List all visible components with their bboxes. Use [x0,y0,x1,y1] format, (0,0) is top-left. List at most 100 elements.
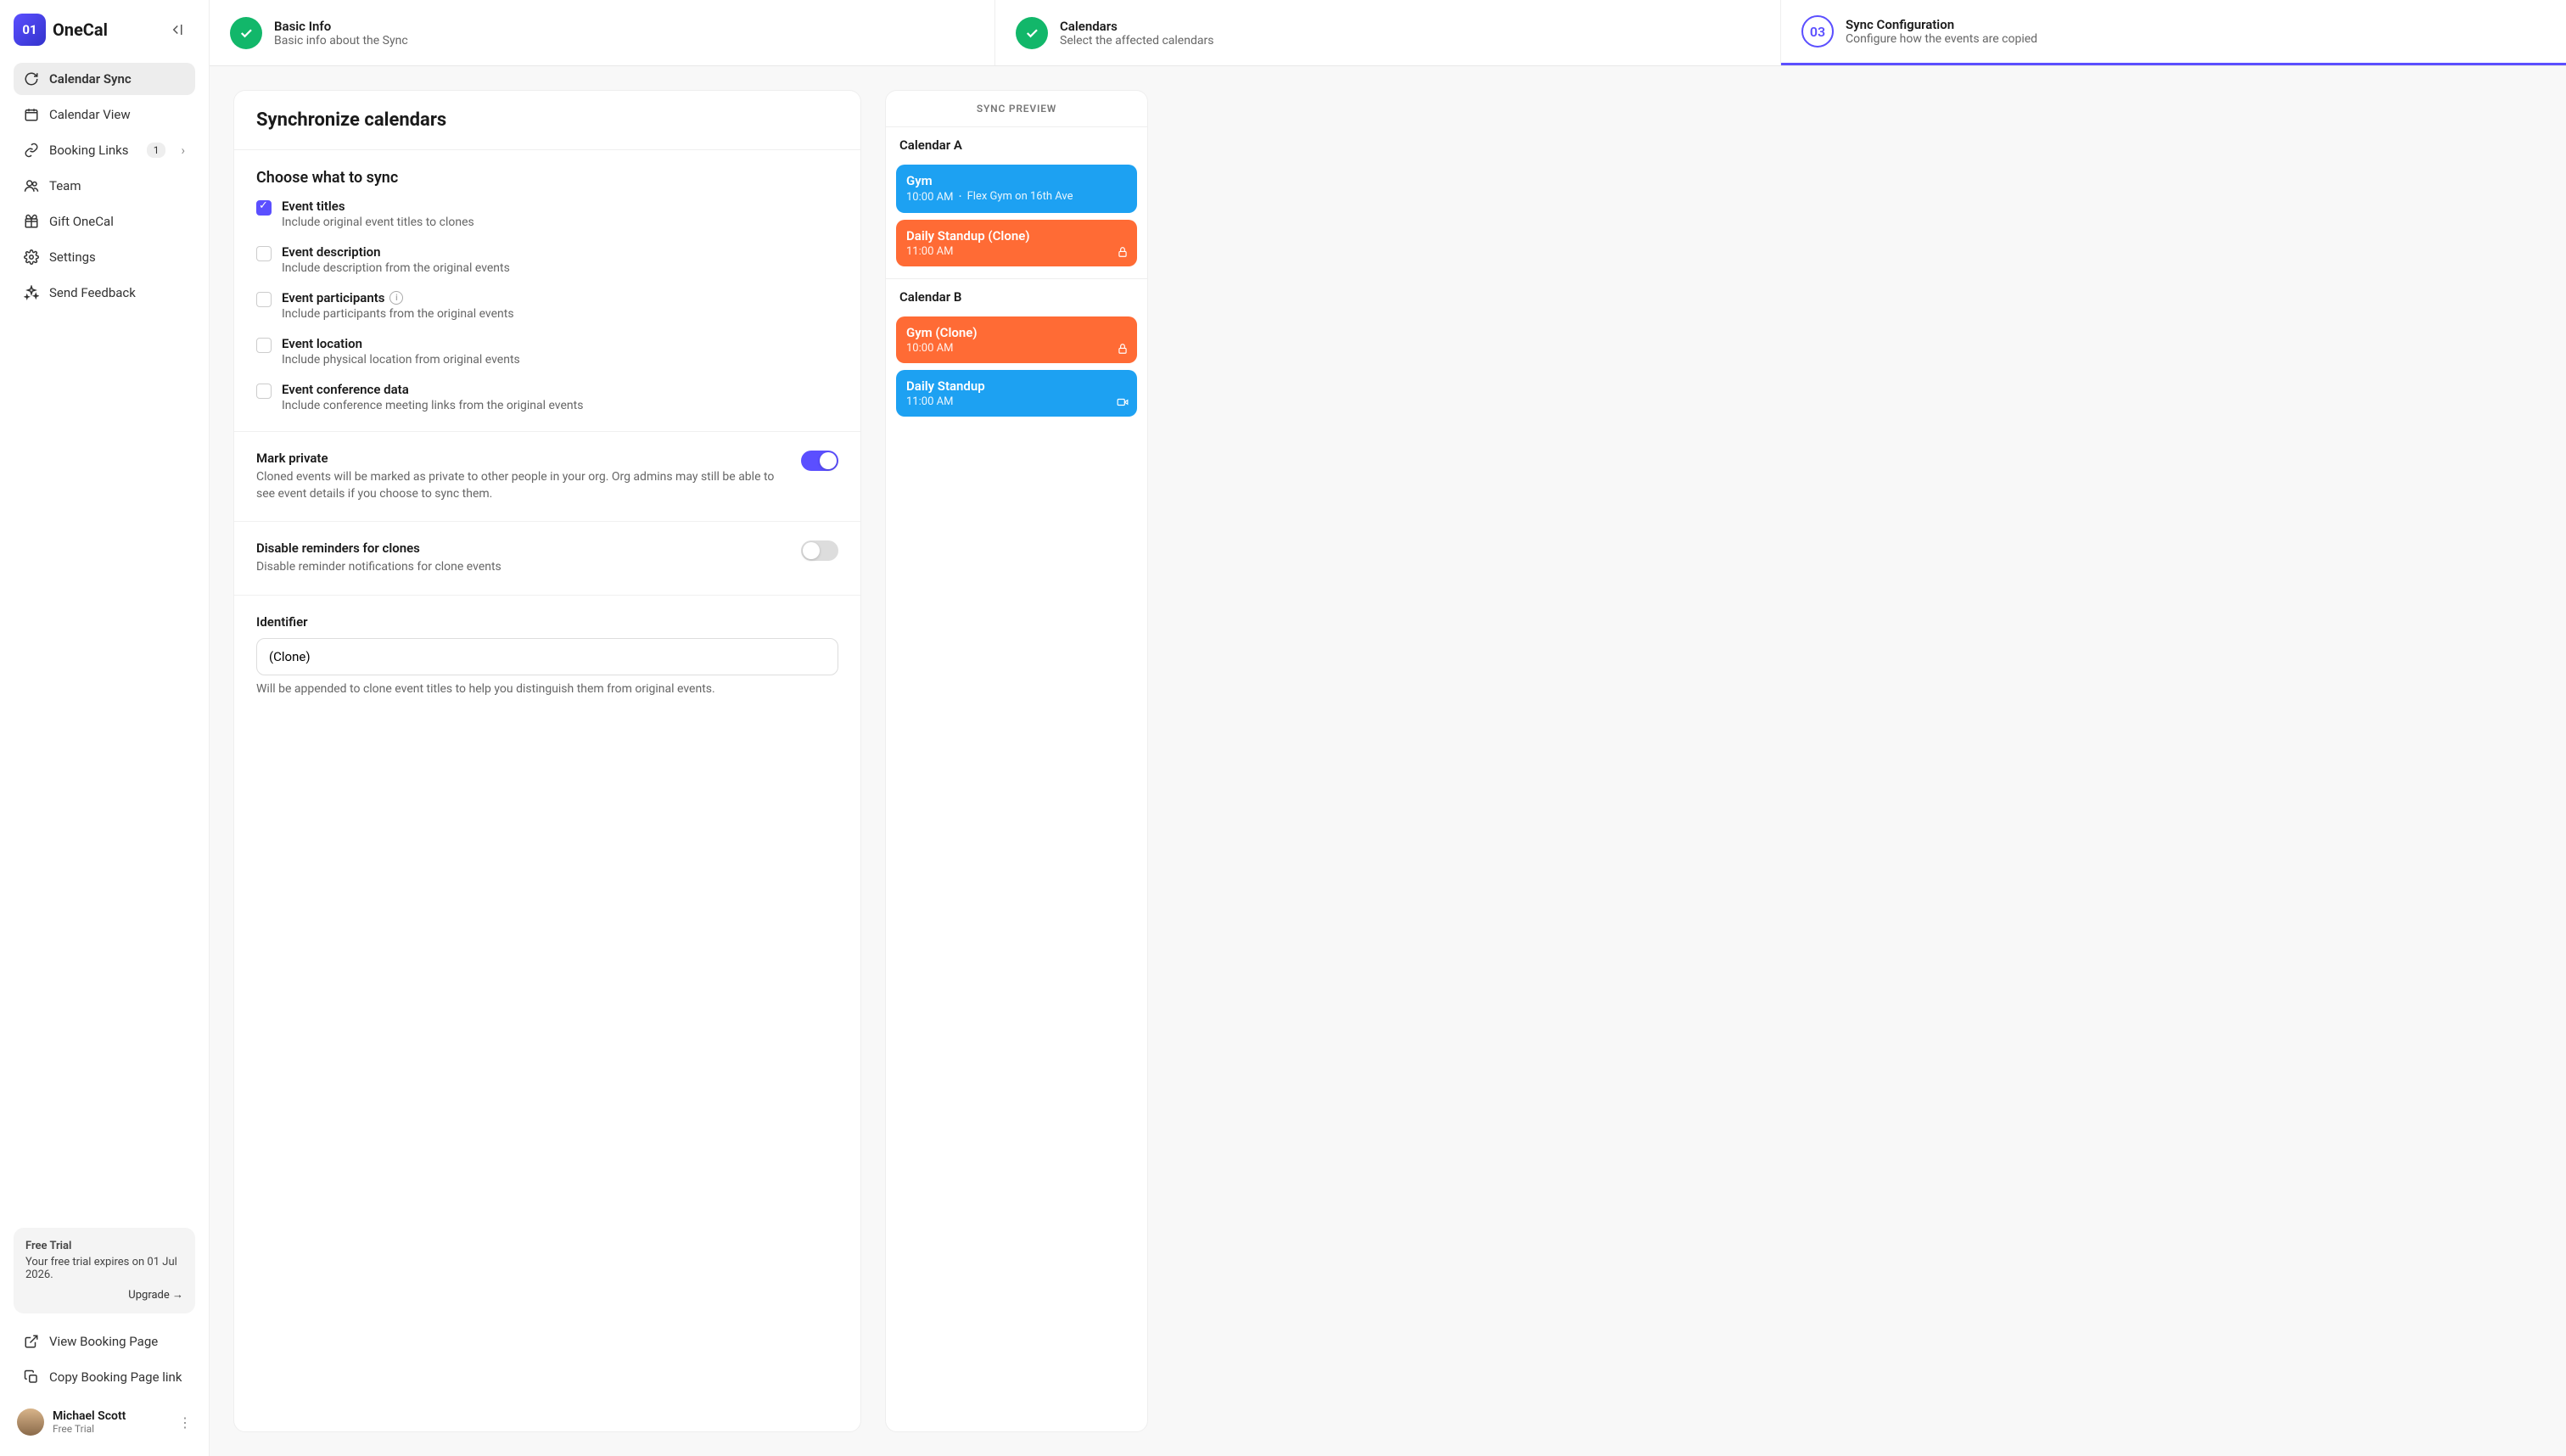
step-title: Calendars [1060,19,1213,34]
sidebar-collapse-button[interactable] [168,16,195,43]
preview-event: Gym 10:00 AM ·Flex Gym on 16th Ave [896,165,1137,213]
logo-text: OneCal [53,20,108,40]
event-time: 10:00 AM [906,342,953,355]
nav-label: Send Feedback [49,285,136,300]
sync-option: Event description Include description fr… [256,244,838,275]
choose-heading: Choose what to sync [256,169,838,187]
event-time: 11:00 AM [906,395,953,408]
step-sub: Select the affected calendars [1060,34,1213,48]
sidebar-item-calendar-sync[interactable]: Calendar Sync [14,63,195,95]
lock-icon [1117,246,1129,258]
gift-icon [24,214,39,229]
info-icon[interactable]: i [389,291,403,305]
panel-heading: Synchronize calendars [234,91,860,150]
step-title: Basic Info [274,19,408,34]
lock-icon [1117,343,1129,355]
stepper: Basic Info Basic info about the Sync Cal… [210,0,2566,66]
step-calendars[interactable]: Calendars Select the affected calendars [995,0,1781,65]
view-booking-page-link[interactable]: View Booking Page [14,1325,195,1358]
step-sync-config[interactable]: 03 Sync Configuration Configure how the … [1781,0,2566,65]
option-desc: Include participants from the original e… [282,307,514,321]
collapse-icon [168,22,183,37]
check-icon [1016,17,1048,49]
people-icon [24,178,39,193]
logo-row: 01 OneCal [14,14,195,46]
nav-label: Settings [49,249,96,265]
calendar-block: Calendar A Gym 10:00 AM ·Flex Gym on 16t… [886,127,1147,279]
copy-booking-link[interactable]: Copy Booking Page link [14,1361,195,1393]
event-name: Gym (Clone) [906,325,1127,340]
checkbox[interactable] [256,384,272,399]
sync-icon [24,71,39,87]
nav: Calendar Sync Calendar View Booking Link… [14,63,195,309]
nav-label: Calendar Sync [49,71,132,87]
sidebar-item-settings[interactable]: Settings [14,241,195,273]
trial-title: Free Trial [25,1240,183,1252]
event-time: 10:00 AM [906,191,953,204]
copy-icon [24,1369,39,1385]
option-desc: Include description from the original ev… [282,261,510,275]
checkbox[interactable] [256,200,272,216]
checkbox[interactable] [256,246,272,261]
nav-label: Booking Links [49,143,129,158]
logo-badge: 01 [14,14,46,46]
sync-option: Event participantsi Include participants… [256,290,838,321]
preview-event: Daily Standup 11:00 AM [896,370,1137,417]
nav-label: Calendar View [49,107,131,122]
avatar [17,1408,44,1436]
reminders-desc: Disable reminder notifications for clone… [256,559,784,576]
preview-event: Gym (Clone) 10:00 AM [896,316,1137,363]
external-icon [24,1334,39,1349]
mark-private-toggle[interactable] [801,451,838,471]
option-desc: Include physical location from original … [282,353,520,367]
identifier-help: Will be appended to clone event titles t… [256,682,838,696]
checkbox[interactable] [256,292,272,307]
trial-body: Your free trial expires on 01 Jul 2026. [25,1256,183,1281]
option-label: Event conference data [282,382,583,397]
reminders-toggle[interactable] [801,540,838,561]
sync-panel: Synchronize calendars Choose what to syn… [233,90,861,1432]
identifier-section: Identifier Will be appended to clone eve… [234,596,860,714]
option-label: Event description [282,244,510,260]
bottom-links: View Booking Page Copy Booking Page link [14,1325,195,1393]
main: Basic Info Basic info about the Sync Cal… [210,0,2566,1456]
chevron-right-icon: › [181,143,185,158]
calendar-block: Calendar B Gym (Clone) 10:00 AM Daily St… [886,279,1147,428]
reminders-section: Disable reminders for clones Disable rem… [234,522,860,596]
step-sub: Configure how the events are copied [1846,32,2037,46]
calendar-name: Calendar B [886,279,1147,310]
identifier-input[interactable] [256,638,838,675]
option-label: Event participantsi [282,290,514,305]
mark-private-desc: Cloned events will be marked as private … [256,469,784,502]
sync-option: Event titles Include original event titl… [256,199,838,229]
checkbox[interactable] [256,338,272,353]
sync-option: Event conference data Include conference… [256,382,838,412]
user-name: Michael Scott [53,1409,126,1423]
nav-label: Team [49,178,81,193]
gear-icon [24,249,39,265]
sidebar-item-booking-links[interactable]: Booking Links 1 › [14,134,195,166]
trial-box: Free Trial Your free trial expires on 01… [14,1228,195,1313]
upgrade-link[interactable]: Upgrade → [25,1288,183,1302]
user-menu-button[interactable]: ⋮ [178,1414,192,1431]
step-number: 03 [1801,15,1834,48]
sidebar-item-feedback[interactable]: Send Feedback [14,277,195,309]
link-icon [24,143,39,158]
step-basic-info[interactable]: Basic Info Basic info about the Sync [210,0,995,65]
nav-label: Copy Booking Page link [49,1369,182,1385]
nav-label: Gift OneCal [49,214,114,229]
sidebar-item-team[interactable]: Team [14,170,195,202]
sidebar-item-calendar-view[interactable]: Calendar View [14,98,195,131]
video-icon [1117,396,1129,408]
user-row: Michael Scott Free Trial ⋮ [14,1402,195,1442]
preview-heading: SYNC PREVIEW [886,91,1147,127]
nav-badge: 1 [147,143,166,158]
calendar-name: Calendar A [886,127,1147,158]
choose-section: Choose what to sync Event titles Include… [234,150,860,432]
event-name: Gym [906,173,1127,188]
sidebar: 01 OneCal Calendar Sync Calendar View Bo… [0,0,210,1456]
sidebar-item-gift[interactable]: Gift OneCal [14,205,195,238]
reminders-title: Disable reminders for clones [256,540,784,556]
step-title: Sync Configuration [1846,17,2037,32]
option-desc: Include original event titles to clones [282,216,474,229]
